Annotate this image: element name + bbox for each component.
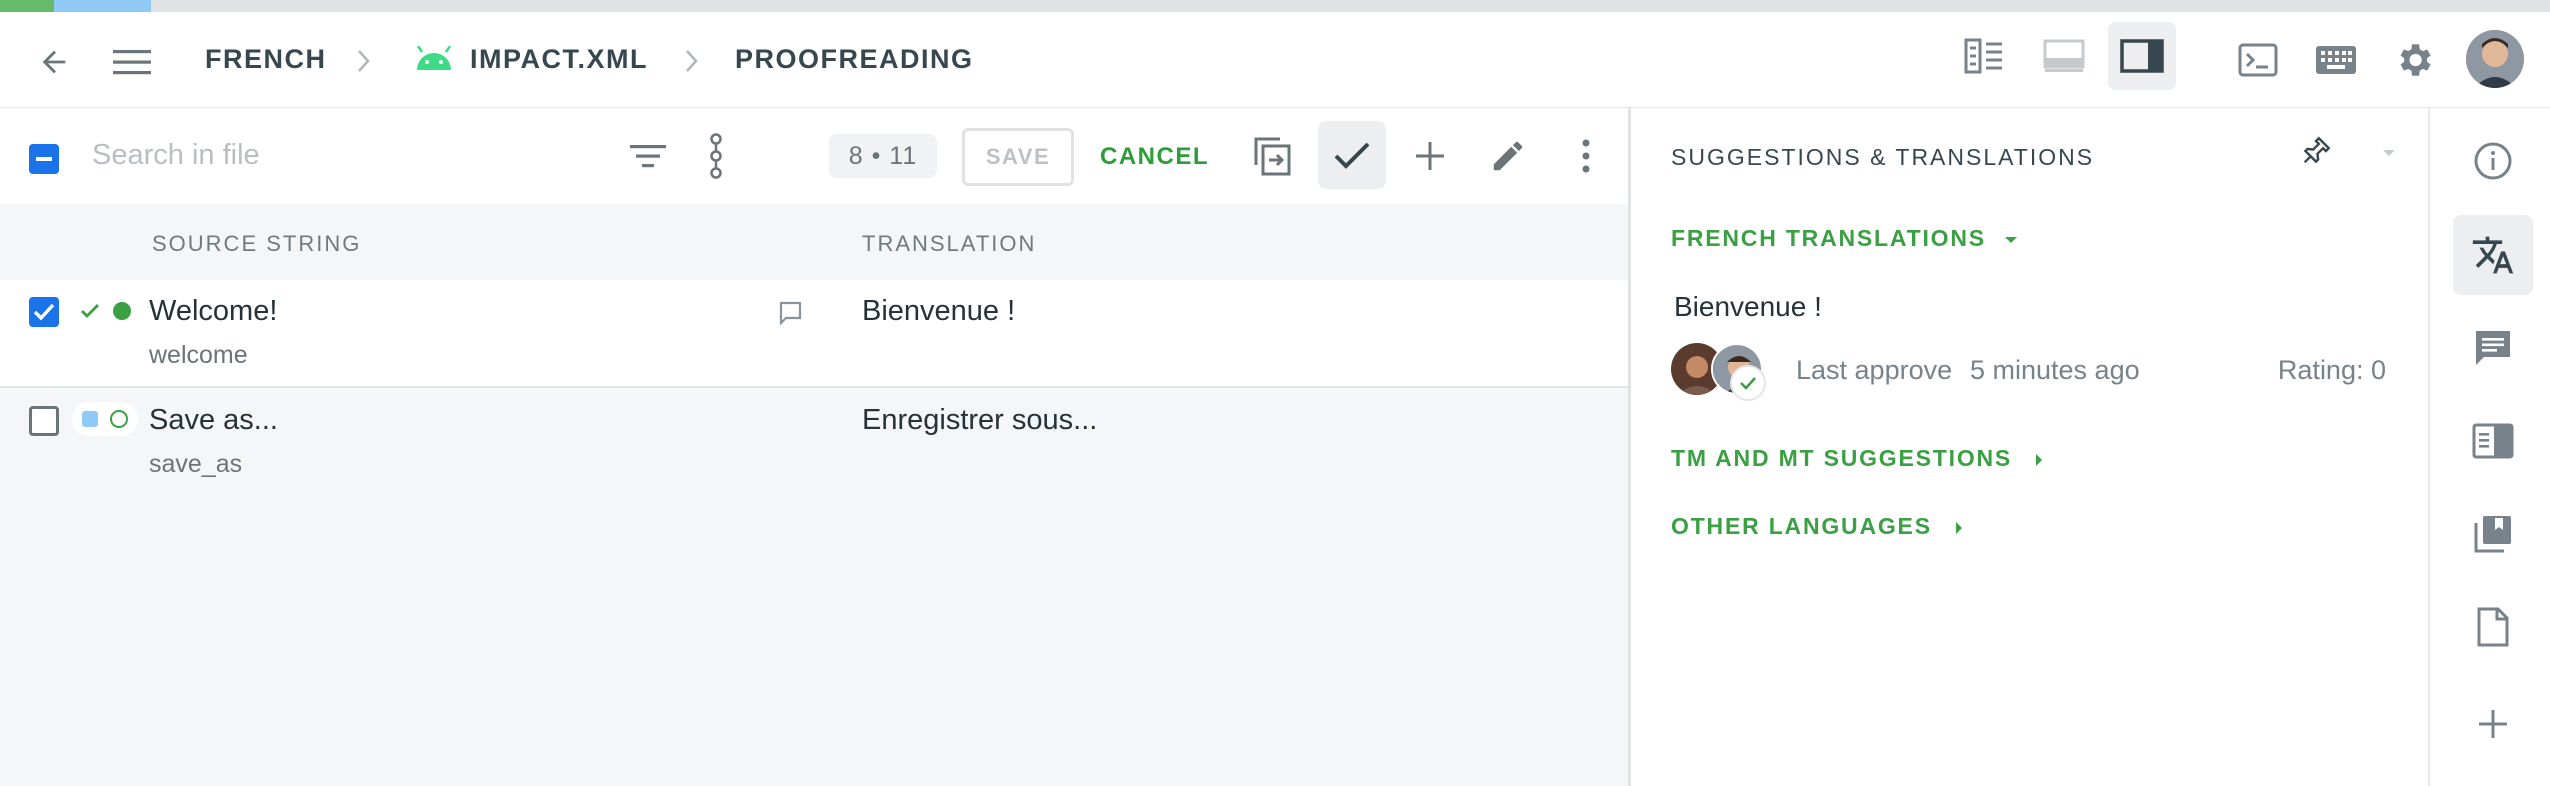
glossary-icon[interactable] xyxy=(2453,401,2533,481)
kebab-icon[interactable] xyxy=(1562,132,1610,180)
filter-icon[interactable] xyxy=(624,132,672,180)
horizontal-layout-icon[interactable] xyxy=(2040,32,2088,80)
translation-column-header: TRANSLATION xyxy=(862,231,1037,256)
suggestion-text[interactable]: Bienvenue ! xyxy=(1674,291,1822,323)
other-languages-toggle[interactable]: OTHER LANGUAGES xyxy=(1671,513,1964,540)
cancel-button[interactable]: CANCEL xyxy=(1100,134,1209,180)
translated-check-icon xyxy=(80,302,100,320)
translate-icon[interactable] xyxy=(2453,215,2533,295)
row-checkbox[interactable] xyxy=(29,297,59,327)
panel-title: SUGGESTIONS & TRANSLATIONS xyxy=(1671,144,2095,170)
translated-progress xyxy=(0,0,54,12)
approve-button[interactable] xyxy=(1318,121,1386,189)
not-approved-status-circle xyxy=(110,410,128,428)
translation-text[interactable]: Bienvenue ! xyxy=(862,295,1015,328)
breadcrumb-step[interactable]: PROOFREADING xyxy=(735,44,974,75)
check-icon xyxy=(1334,142,1370,169)
unapproved-status-square xyxy=(82,411,98,427)
comments-icon[interactable] xyxy=(2453,308,2533,388)
pencil-icon[interactable] xyxy=(1484,132,1532,180)
string-key: welcome xyxy=(149,341,248,369)
chevron-right-icon xyxy=(684,48,700,74)
french-translations-toggle[interactable]: FRENCH TRANSLATIONS xyxy=(1671,225,2018,252)
approved-status-dot xyxy=(113,302,131,320)
french-translations-label: FRENCH TRANSLATIONS xyxy=(1671,225,1986,251)
last-approve-label: Last approve xyxy=(1796,355,1953,385)
back-arrow-icon[interactable] xyxy=(30,38,78,86)
row-checkbox[interactable] xyxy=(29,406,59,436)
editor-toolbar: 8 • 11 SAVE CANCEL xyxy=(0,108,1628,204)
file-icon[interactable] xyxy=(2453,587,2533,667)
add-panel-icon[interactable] xyxy=(2453,684,2533,764)
comment-icon[interactable] xyxy=(777,300,803,326)
column-headers: SOURCE STRING TRANSLATION xyxy=(0,204,1628,280)
string-key: save_as xyxy=(149,450,243,478)
tm-mt-suggestions-toggle[interactable]: TM AND MT SUGGESTIONS xyxy=(1671,445,2044,472)
info-icon[interactable] xyxy=(2453,121,2533,201)
tm-mt-suggestions-label: TM AND MT SUGGESTIONS xyxy=(1671,445,2013,471)
status-pill xyxy=(72,402,138,436)
android-icon xyxy=(414,46,454,72)
plus-icon[interactable] xyxy=(1406,132,1454,180)
caret-down-icon xyxy=(2005,236,2018,243)
select-all-checkbox[interactable] xyxy=(29,144,59,174)
source-text: Welcome! xyxy=(149,295,278,327)
chevron-down-icon[interactable] xyxy=(2381,148,2397,158)
workflow-icon[interactable] xyxy=(700,132,732,180)
breadcrumb-language[interactable]: FRENCH xyxy=(205,44,327,75)
console-icon[interactable] xyxy=(2234,36,2282,84)
approved-badge-icon xyxy=(1730,365,1766,401)
search-input[interactable] xyxy=(90,130,590,180)
keyboard-icon[interactable] xyxy=(2312,36,2360,84)
translation-text[interactable]: Enregistrer sous... xyxy=(862,404,1097,437)
gear-icon[interactable] xyxy=(2390,36,2438,84)
copy-source-icon[interactable] xyxy=(1248,132,1296,180)
menu-icon[interactable] xyxy=(108,38,156,86)
right-rail xyxy=(2428,108,2550,786)
pin-icon[interactable] xyxy=(2299,134,2333,168)
side-by-side-icon[interactable] xyxy=(1960,32,2008,80)
save-button[interactable]: SAVE xyxy=(962,128,1074,186)
source-column-header: SOURCE STRING xyxy=(152,231,362,256)
string-counter: 8 • 11 xyxy=(829,134,937,178)
breadcrumb-file[interactable]: IMPACT.XML xyxy=(470,44,648,75)
table-row[interactable]: Welcome! welcome Bienvenue ! xyxy=(0,280,1628,388)
sidebar-layout-icon[interactable] xyxy=(2108,22,2176,90)
caret-right-icon xyxy=(2036,453,2043,466)
tm-icon[interactable] xyxy=(2453,494,2533,574)
table-row[interactable]: Save as... save_as Enregistrer sous... xyxy=(0,390,1628,500)
rating: Rating: 0 xyxy=(2277,355,2386,385)
progress-bar xyxy=(0,0,2550,12)
approve-time: 5 minutes ago xyxy=(1970,355,2140,385)
other-languages-label: OTHER LANGUAGES xyxy=(1671,513,1932,539)
source-text: Save as... xyxy=(149,404,278,436)
suggestions-panel: SUGGESTIONS & TRANSLATIONS FRENCH TRANSL… xyxy=(1631,108,2428,786)
top-header: FRENCH IMPACT.XML PROOFREADING xyxy=(0,12,2550,108)
approved-progress xyxy=(54,0,151,12)
caret-right-icon xyxy=(1956,521,1963,534)
avatar[interactable] xyxy=(2466,30,2524,88)
chevron-right-icon xyxy=(356,48,372,74)
